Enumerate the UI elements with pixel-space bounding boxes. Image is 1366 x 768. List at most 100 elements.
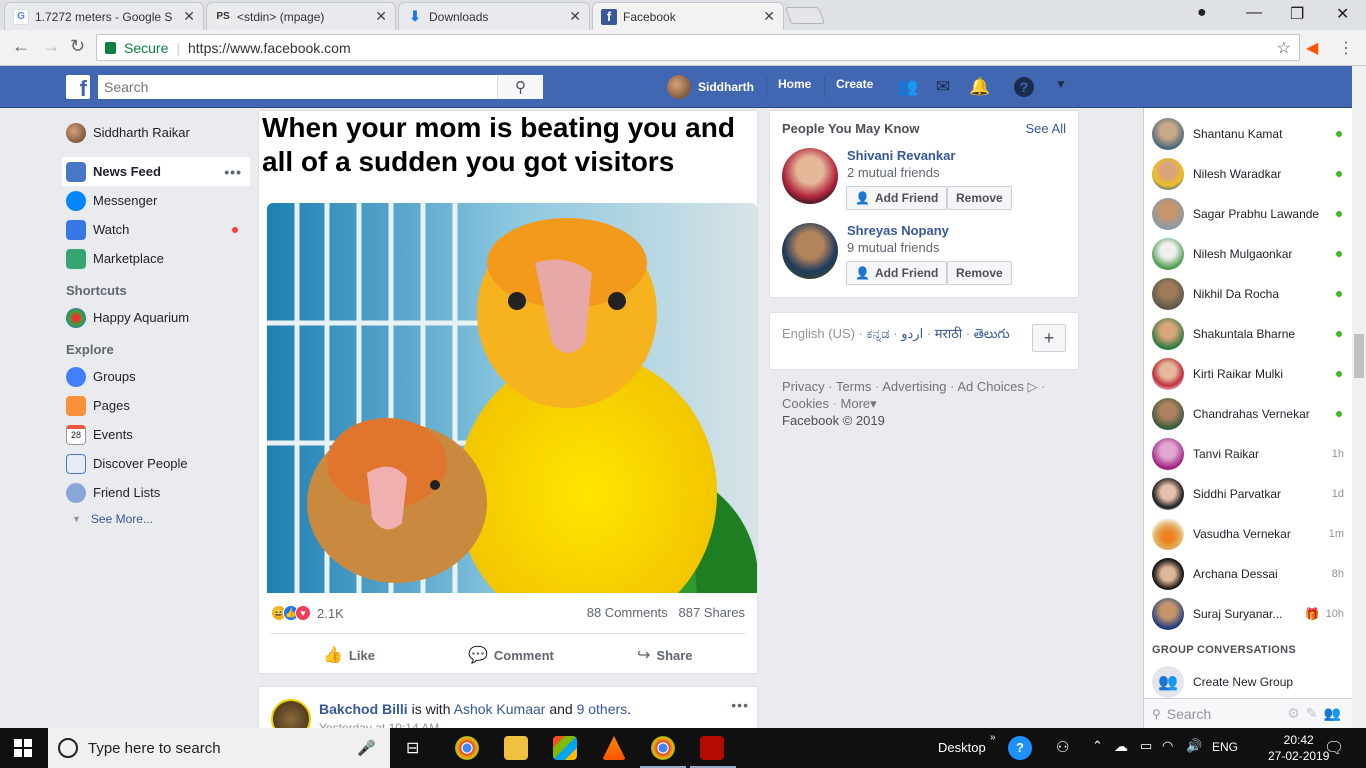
add-language-button[interactable]: + [1032, 324, 1066, 352]
wifi-icon[interactable]: ◠ [1162, 738, 1173, 754]
back-arrow-icon[interactable]: ← [12, 36, 30, 57]
clock[interactable]: 20:42 27-02-2019 [1268, 732, 1329, 764]
notifications-bell-icon[interactable]: 🔔 [969, 77, 990, 97]
chat-contact[interactable]: Siddhi Parvatkar 1d [1152, 476, 1348, 512]
tagged-person[interactable]: Ashok Kumaar [454, 701, 546, 717]
chrome-active-icon[interactable] [651, 736, 675, 760]
chat-contact[interactable]: Nilesh Mulgaonkar [1152, 236, 1348, 272]
show-hidden-icons-chevron[interactable]: ⌃ [1092, 738, 1103, 754]
desktop-toolbar-label[interactable]: Desktop [938, 740, 986, 755]
footer-link[interactable]: Terms [836, 379, 871, 394]
chat-options-icons[interactable]: ⚙✎👥 [1287, 705, 1347, 722]
footer-link[interactable]: Advertising [882, 379, 946, 394]
add-friend-button[interactable]: 👤 Add Friend [846, 261, 948, 285]
post-author[interactable]: Bakchod Billi [319, 701, 408, 717]
avatar[interactable] [782, 223, 838, 279]
person-name[interactable]: Shivani Revankar [847, 148, 955, 163]
new-tab-button[interactable] [784, 7, 826, 24]
language-link[interactable]: मराठी [935, 326, 962, 341]
close-tab-icon[interactable]: ✕ [375, 8, 387, 25]
facebook-logo-icon[interactable]: f [66, 75, 90, 99]
avatar[interactable] [782, 148, 838, 204]
taskbar-search[interactable]: Type here to search 🎤 [48, 728, 390, 768]
help-icon[interactable]: ? [1008, 736, 1032, 760]
profile-shortcut[interactable]: Siddharth Raikar [62, 118, 250, 147]
see-more-link[interactable]: ▼ See More... [62, 507, 250, 531]
chat-contact[interactable]: Tanvi Raikar 1h [1152, 436, 1348, 472]
vlc-icon[interactable] [602, 736, 626, 760]
sidebar-item-news-feed[interactable]: News Feed ••• [62, 157, 250, 186]
sidebar-item-marketplace[interactable]: Marketplace [62, 244, 250, 273]
extension-icon[interactable]: ◀ [1306, 38, 1318, 58]
sidebar-item-discover-people[interactable]: Discover People [62, 449, 250, 478]
close-tab-icon[interactable]: ✕ [569, 8, 581, 25]
chat-search[interactable]: ⚲ Search ⚙✎👥 [1144, 698, 1353, 728]
chat-contact[interactable]: Suraj Suryanar... 🎁 10h [1152, 596, 1348, 632]
scrollbar-thumb[interactable] [1354, 334, 1364, 378]
comment-button[interactable]: 💬 Comment [468, 645, 554, 665]
task-view-icon[interactable]: ⊟ [406, 738, 419, 758]
tagged-others[interactable]: 9 others [577, 701, 628, 717]
search-input[interactable] [98, 75, 497, 99]
chat-contact[interactable]: Kirti Raikar Mulki [1152, 356, 1348, 392]
windows-start-icon[interactable] [14, 739, 32, 757]
browser-tab-facebook[interactable]: f Facebook ✕ [592, 2, 784, 30]
language-link[interactable]: తెలుగు [974, 326, 1010, 341]
chat-contact[interactable]: Sagar Prabhu Lawande [1152, 196, 1348, 232]
mutual-friends[interactable]: 2 mutual friends [847, 165, 940, 180]
create-link[interactable]: Create [836, 77, 873, 91]
people-icon[interactable]: ⚇ [1056, 738, 1069, 756]
action-center-icon[interactable]: 🗨 [1324, 738, 1344, 758]
sidebar-item-events[interactable]: 28 Events [62, 420, 250, 449]
browser-tab-google[interactable]: G 1.7272 meters - Google S ✕ [4, 2, 204, 30]
sidebar-item-watch[interactable]: Watch [62, 215, 250, 244]
reload-icon[interactable]: ↻ [70, 36, 85, 57]
chat-contact[interactable]: Vasudha Vernekar 1m [1152, 516, 1348, 552]
close-tab-icon[interactable]: ✕ [763, 8, 775, 25]
help-icon[interactable]: ? [1014, 77, 1034, 97]
menu-kebab-icon[interactable]: ⋮ [1338, 38, 1354, 58]
forward-arrow-icon[interactable]: → [42, 36, 60, 57]
address-bar[interactable]: Secure | https://www.facebook.com ☆ [96, 34, 1300, 61]
chat-contact[interactable]: Shakuntala Bharne [1152, 316, 1348, 352]
like-button[interactable]: 👍 Like [323, 645, 375, 665]
browser-tab-downloads[interactable]: ⬇ Downloads ✕ [398, 2, 590, 30]
chrome-icon[interactable] [455, 736, 479, 760]
friend-requests-icon[interactable]: 👥 [897, 77, 918, 97]
search-icon[interactable]: ⚲ [497, 75, 543, 99]
onedrive-cloud-icon[interactable]: ☁ [1114, 738, 1128, 755]
sidebar-item-groups[interactable]: Groups [62, 362, 250, 391]
language-link[interactable]: ಕನ್ನಡ [867, 326, 890, 341]
acrobat-pdf-icon[interactable] [700, 736, 724, 760]
see-all-link[interactable]: See All [1026, 121, 1066, 136]
remove-button[interactable]: Remove [947, 186, 1012, 210]
close-window-icon[interactable]: ✕ [1336, 4, 1349, 24]
chat-contact[interactable]: Nilesh Waradkar [1152, 156, 1348, 192]
close-tab-icon[interactable]: ✕ [183, 8, 195, 25]
footer-link[interactable]: Ad Choices [957, 379, 1023, 394]
account-dropdown-icon[interactable]: ▼ [1051, 77, 1071, 97]
chat-contact[interactable]: Nikhil Da Rocha [1152, 276, 1348, 312]
file-explorer-icon[interactable] [504, 736, 528, 760]
language-link[interactable]: اردو [901, 326, 923, 341]
input-language[interactable]: ENG [1212, 740, 1238, 754]
restore-icon[interactable]: ❐ [1290, 4, 1304, 24]
bookmark-star-icon[interactable]: ☆ [1277, 38, 1291, 58]
more-options-icon[interactable]: ••• [731, 697, 749, 713]
mutual-friends[interactable]: 9 mutual friends [847, 240, 940, 255]
page-scrollbar[interactable] [1352, 66, 1366, 728]
footer-link[interactable]: Privacy [782, 379, 825, 394]
remove-button[interactable]: Remove [947, 261, 1012, 285]
chevron-expand-icon[interactable]: » [990, 732, 996, 743]
profile-icon[interactable]: ● [1197, 4, 1207, 22]
chat-contact[interactable]: Archana Dessai 8h [1152, 556, 1348, 592]
comments-count[interactable]: 88 Comments [587, 605, 668, 620]
volume-icon[interactable]: 🔊 [1186, 738, 1202, 754]
chat-contact[interactable]: Shantanu Kamat [1152, 116, 1348, 152]
more-options-icon[interactable]: ••• [224, 164, 242, 180]
share-button[interactable]: ↪ Share [637, 645, 693, 665]
reaction-summary[interactable]: 😆 👍 ♥ 2.1K [271, 605, 344, 621]
shares-count[interactable]: 887 Shares [679, 605, 746, 620]
sidebar-item-messenger[interactable]: Messenger [62, 186, 250, 215]
facebook-search[interactable]: ⚲ [98, 75, 543, 99]
